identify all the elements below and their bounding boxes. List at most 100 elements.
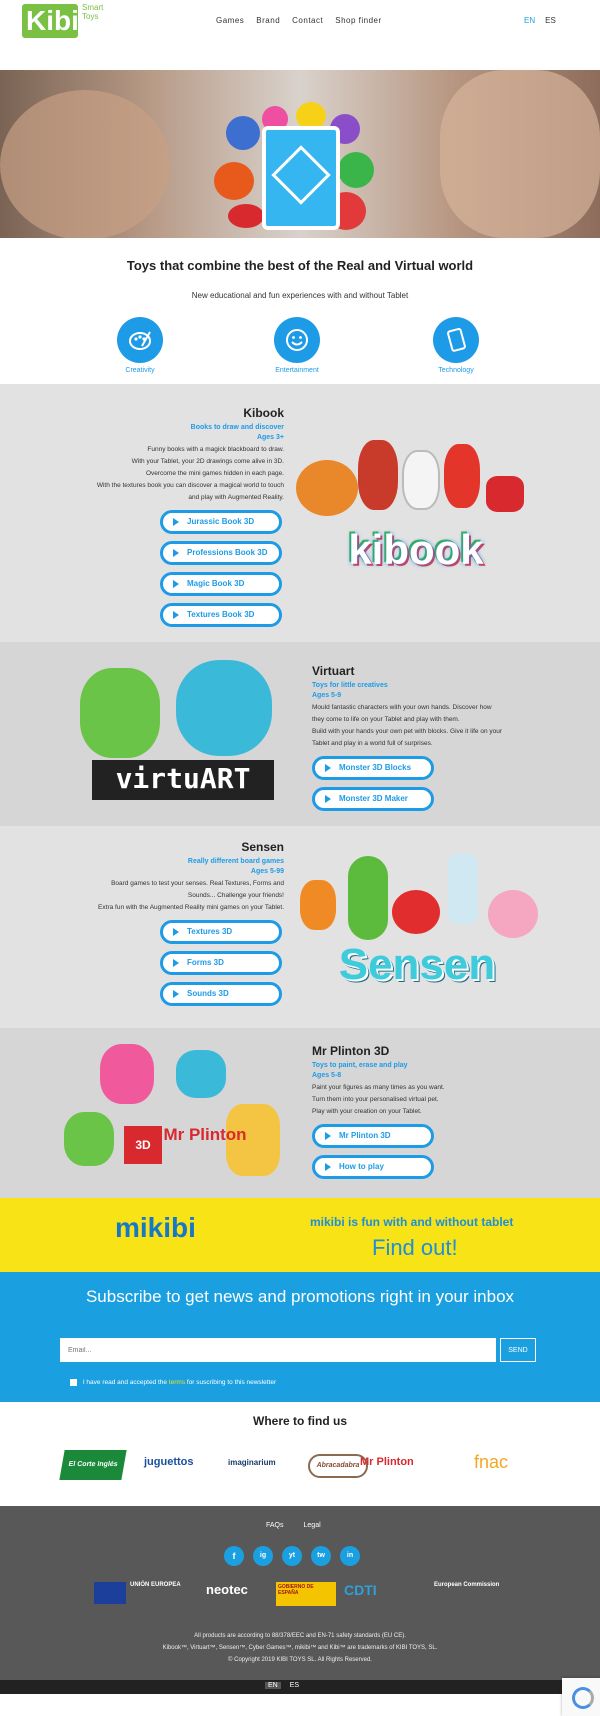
kibook-wordmark: kibook bbox=[348, 526, 484, 573]
safety-note: All products are according to 88/378/EEC… bbox=[194, 1633, 406, 1639]
hero-bg-person-left bbox=[0, 90, 170, 238]
footer-links: FAQs Legal bbox=[266, 1522, 321, 1529]
desc-line: and play with Augmented Reality. bbox=[188, 494, 284, 501]
shop-imaginarium-logo[interactable]: imaginarium bbox=[228, 1458, 276, 1467]
bottom-lang-es[interactable]: ES bbox=[287, 1682, 302, 1689]
shop-mr-plinton-logo[interactable]: Mr Plinton bbox=[360, 1456, 414, 1468]
social-links: f ig yt tw in bbox=[224, 1546, 360, 1566]
kibi-logo[interactable]: Kibi bbox=[22, 4, 79, 38]
sensen-artwork: Sensen bbox=[292, 854, 542, 1004]
recaptcha-badge[interactable] bbox=[562, 1678, 600, 1716]
desc-line: Play with your creation on your Tablet. bbox=[312, 1108, 422, 1115]
section-kibook: Kibook Books to draw and discover Ages 3… bbox=[0, 384, 600, 642]
bottom-lang-en[interactable]: EN bbox=[265, 1682, 281, 1689]
badge-text: 3D bbox=[135, 1138, 151, 1152]
language-switch: EN ES bbox=[524, 16, 556, 25]
lang-es[interactable]: ES bbox=[545, 16, 556, 25]
desc-line: Funny books with a magick blackboard to … bbox=[147, 446, 284, 453]
shop-abracadabra-logo[interactable]: Abracadabra bbox=[308, 1454, 368, 1478]
hero-character bbox=[214, 162, 254, 200]
forms-3d-button[interactable]: Forms 3D bbox=[160, 951, 282, 975]
youtube-icon[interactable]: yt bbox=[282, 1546, 302, 1566]
feature-creativity: Creativity bbox=[105, 317, 175, 374]
section-subtitle: Toys for little creatives bbox=[312, 682, 388, 689]
nav-games[interactable]: Games bbox=[216, 16, 244, 25]
section-description: Board games to test your senses. Real Te… bbox=[40, 878, 284, 914]
intro-subtitle: New educational and fun experiences with… bbox=[191, 291, 409, 300]
hero-tablet bbox=[262, 126, 340, 230]
section-description: Funny books with a magick blackboard to … bbox=[40, 444, 284, 504]
hero-character bbox=[338, 152, 374, 188]
jurassic-book-button[interactable]: Jurassic Book 3D bbox=[160, 510, 282, 534]
desc-line: Board games to test your senses. Real Te… bbox=[111, 880, 284, 887]
section-sensen: Sensen Really different board games Ages… bbox=[0, 826, 600, 1028]
sponsor-neotec: neotec bbox=[206, 1582, 248, 1597]
logo-text: Kibi bbox=[26, 5, 79, 36]
magic-book-button[interactable]: Magic Book 3D bbox=[160, 572, 282, 596]
facebook-icon[interactable]: f bbox=[224, 1546, 244, 1566]
section-subtitle: Books to draw and discover bbox=[190, 424, 284, 431]
professions-book-button[interactable]: Professions Book 3D bbox=[160, 541, 282, 565]
where-title: Where to find us bbox=[253, 1414, 347, 1428]
shop-juguettos-logo[interactable]: juguettos bbox=[144, 1456, 194, 1468]
linkedin-icon[interactable]: in bbox=[340, 1546, 360, 1566]
hero-bg-person-right bbox=[440, 70, 600, 238]
site-footer: FAQs Legal f ig yt tw in UNIÓN EUROPEA n… bbox=[0, 1506, 600, 1680]
desc-line: With your Tablet, your 2D drawings come … bbox=[131, 458, 284, 465]
intro-title: Toys that combine the best of the Real a… bbox=[126, 258, 474, 273]
mikibi-tagline: mikibi is fun with and without tablet bbox=[310, 1215, 514, 1229]
nav-shop-finder[interactable]: Shop finder bbox=[335, 16, 381, 25]
where-to-find-section: Where to find us El Corte Inglés juguett… bbox=[0, 1402, 600, 1506]
section-title: Kibook bbox=[243, 406, 284, 420]
monster-3d-maker-button[interactable]: Monster 3D Maker bbox=[312, 787, 434, 811]
faqs-link[interactable]: FAQs bbox=[266, 1522, 284, 1529]
sponsor-gobierno-espana: GOBIERNO DE ESPAÑA bbox=[276, 1582, 336, 1606]
feature-technology: Technology bbox=[421, 317, 491, 374]
monster-3d-blocks-button[interactable]: Monster 3D Blocks bbox=[312, 756, 434, 780]
age-label: Ages 3+ bbox=[256, 434, 284, 441]
desc-line: Extra fun with the Augmented Reality min… bbox=[98, 904, 284, 911]
find-out-link[interactable]: Find out! bbox=[372, 1235, 458, 1261]
palette-icon bbox=[117, 317, 163, 363]
mikibi-banner[interactable]: mikibi mikibi is fun with and without ta… bbox=[0, 1198, 600, 1272]
trademark-note: Kibook™, Virtuart™, Sensen™, Cyber Games… bbox=[162, 1645, 438, 1651]
how-to-play-button[interactable]: How to play bbox=[312, 1155, 434, 1179]
section-description: Mould fantastic characters with your own… bbox=[312, 702, 582, 750]
consent-checkbox[interactable] bbox=[70, 1379, 77, 1386]
terms-link[interactable]: terms bbox=[169, 1379, 185, 1386]
eu-flag-icon bbox=[94, 1582, 126, 1604]
instagram-icon[interactable]: ig bbox=[253, 1546, 273, 1566]
plinton-3d-badge: 3D bbox=[124, 1126, 162, 1164]
textures-3d-button[interactable]: Textures 3D bbox=[160, 920, 282, 944]
nav-contact[interactable]: Contact bbox=[292, 16, 323, 25]
section-title: Virtuart bbox=[312, 664, 355, 678]
sponsor-european-commission: European Commission bbox=[434, 1582, 500, 1588]
send-button[interactable]: SEND bbox=[500, 1338, 536, 1362]
lang-en[interactable]: EN bbox=[524, 16, 535, 25]
email-input[interactable] bbox=[60, 1338, 496, 1362]
kibook-text: Kibook Books to draw and discover Ages 3… bbox=[40, 406, 284, 504]
consent-row: I have read and accepted the terms for s… bbox=[70, 1379, 276, 1386]
shop-el-corte-ingles-logo[interactable]: El Corte Inglés bbox=[59, 1450, 127, 1480]
desc-line: Paint your figures as many times as you … bbox=[312, 1084, 445, 1091]
bottom-language-bar: EN ES bbox=[0, 1680, 600, 1694]
mikibi-logo: mikibi bbox=[115, 1212, 233, 1256]
virtuart-artwork: virtuART bbox=[66, 660, 294, 810]
section-title: Sensen bbox=[241, 840, 284, 854]
desc-line: Build with your hands your own pet with … bbox=[312, 728, 503, 735]
nav-brand[interactable]: Brand bbox=[256, 16, 280, 25]
section-description: Paint your figures as many times as you … bbox=[312, 1082, 582, 1118]
shop-fnac-logo[interactable]: fnac bbox=[474, 1452, 508, 1473]
legal-link[interactable]: Legal bbox=[304, 1522, 321, 1529]
logo-subtitle: Smart Toys bbox=[82, 3, 104, 21]
desc-line: Sounds... Challenge your friends! bbox=[187, 892, 284, 899]
mr-plinton-3d-button[interactable]: Mr Plinton 3D bbox=[312, 1124, 434, 1148]
twitter-icon[interactable]: tw bbox=[311, 1546, 331, 1566]
site-header: Kibi Smart Toys Games Brand Contact Shop… bbox=[0, 0, 600, 70]
sounds-3d-button[interactable]: Sounds 3D bbox=[160, 982, 282, 1006]
textures-book-button[interactable]: Textures Book 3D bbox=[160, 603, 282, 627]
section-virtuart: virtuART Virtuart Toys for little creati… bbox=[0, 642, 600, 826]
age-label: Ages 5-9 bbox=[312, 692, 342, 699]
desc-line: Overcome the mini games hidden in each p… bbox=[145, 470, 284, 477]
bottom-lang-switch: EN ES bbox=[265, 1682, 302, 1689]
